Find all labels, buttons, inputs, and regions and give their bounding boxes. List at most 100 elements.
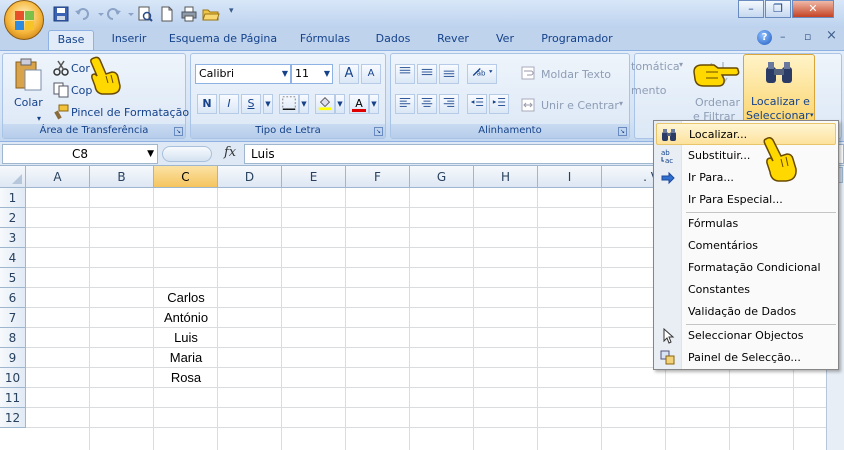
close-button[interactable]: ✕: [792, 0, 834, 18]
insert-function-icon[interactable]: fx: [224, 145, 236, 160]
borders-button[interactable]: [279, 94, 299, 114]
customize-toolbar-icon[interactable]: ▾: [229, 6, 239, 22]
grow-font-button[interactable]: A: [339, 64, 359, 84]
column-header-f[interactable]: F: [346, 166, 410, 188]
increase-indent-button[interactable]: [489, 94, 509, 114]
autosum-label[interactable]: tomática: [631, 60, 680, 73]
column-header-i[interactable]: I: [538, 166, 602, 188]
fill-color-dropdown-icon[interactable]: ▼: [335, 94, 345, 114]
find-select-button[interactable]: Localizar e Seleccionar ▾: [743, 54, 815, 124]
undo-dropdown-icon[interactable]: [92, 5, 104, 23]
open-folder-icon[interactable]: [202, 5, 220, 23]
row-header-10[interactable]: 10: [0, 368, 26, 388]
column-header-a[interactable]: A: [26, 166, 90, 188]
cell-c7[interactable]: António: [154, 308, 218, 328]
restore-button[interactable]: ❐: [765, 0, 791, 18]
menu-item-ir-para[interactable]: Ir Para...: [656, 167, 836, 189]
tab-formulas[interactable]: Fórmulas: [292, 30, 358, 50]
bold-button[interactable]: N: [197, 94, 217, 114]
fill-label[interactable]: mento: [631, 84, 667, 97]
menu-item-constantes[interactable]: Constantes: [656, 279, 836, 301]
fill-color-button[interactable]: [315, 94, 335, 114]
workbook-restore-button[interactable]: ▫: [804, 30, 811, 43]
paste-button[interactable]: Colar: [14, 96, 43, 109]
column-header-g[interactable]: G: [410, 166, 474, 188]
cell-c8[interactable]: Luis: [154, 328, 218, 348]
name-box-dropdown-icon[interactable]: ▼: [147, 145, 154, 163]
save-icon[interactable]: [52, 5, 70, 23]
cell-c6[interactable]: Carlos: [154, 288, 218, 308]
align-middle-button[interactable]: [417, 64, 437, 84]
column-header-b[interactable]: B: [90, 166, 154, 188]
orientation-button[interactable]: ab: [467, 64, 497, 84]
formula-bar-expand-handle[interactable]: [162, 146, 212, 162]
menu-item-ir-para-especial[interactable]: Ir Para Especial...: [656, 189, 836, 211]
tab-inserir[interactable]: Inserir: [102, 30, 156, 50]
menu-item-seleccionar-objectos[interactable]: Seleccionar Objectos: [656, 325, 836, 347]
row-header-6[interactable]: 6: [0, 288, 26, 308]
align-right-button[interactable]: [439, 94, 459, 114]
paste-icon[interactable]: [13, 58, 43, 92]
row-header-4[interactable]: 4: [0, 248, 26, 268]
paste-dropdown-icon[interactable]: ▾: [37, 114, 41, 123]
column-header-e[interactable]: E: [282, 166, 346, 188]
row-header-5[interactable]: 5: [0, 268, 26, 288]
cut-icon[interactable]: [53, 60, 69, 76]
tab-base[interactable]: Base: [48, 30, 94, 50]
italic-button[interactable]: I: [219, 94, 239, 114]
column-header-d[interactable]: D: [218, 166, 282, 188]
menu-item-localizar[interactable]: Localizar...: [656, 123, 836, 145]
align-left-button[interactable]: [395, 94, 415, 114]
tab-dados[interactable]: Dados: [370, 30, 416, 50]
menu-item-substituir[interactable]: ab ac Substituir...: [656, 145, 836, 167]
column-header-h[interactable]: H: [474, 166, 538, 188]
autosum-dropdown-icon[interactable]: ▾: [679, 60, 683, 69]
tab-esquema-de-pagina[interactable]: Esquema de Página: [166, 30, 280, 50]
merge-center-button[interactable]: Unir e Centrar: [541, 99, 619, 112]
workbook-minimize-button[interactable]: –: [780, 30, 786, 43]
underline-dropdown-icon[interactable]: ▼: [263, 94, 273, 114]
row-header-11[interactable]: 11: [0, 388, 26, 408]
font-color-button[interactable]: A: [349, 94, 369, 114]
row-header-7[interactable]: 7: [0, 308, 26, 328]
name-box[interactable]: C8 ▼: [2, 144, 158, 164]
undo-icon[interactable]: [74, 5, 92, 23]
tab-ver[interactable]: Ver: [488, 30, 522, 50]
new-document-icon[interactable]: [158, 5, 176, 23]
clipboard-launcher-icon[interactable]: ↘: [174, 127, 183, 136]
merge-center-dropdown-icon[interactable]: ▾: [619, 99, 623, 108]
redo-dropdown-icon[interactable]: [122, 5, 134, 23]
tab-programador[interactable]: Programador: [534, 30, 620, 50]
menu-item-painel-de-seleccao[interactable]: Painel de Selecção...: [656, 347, 836, 369]
office-button[interactable]: [4, 0, 44, 40]
cell-c9[interactable]: Maria: [154, 348, 218, 368]
tab-rever[interactable]: Rever: [430, 30, 476, 50]
print-preview-icon[interactable]: [136, 5, 154, 23]
shrink-font-button[interactable]: A: [361, 64, 381, 84]
font-size-combo[interactable]: 11 ▼: [291, 64, 333, 84]
align-center-button[interactable]: [417, 94, 437, 114]
row-header-1[interactable]: 1: [0, 188, 26, 208]
cell-c10[interactable]: Rosa: [154, 368, 218, 388]
menu-item-validacao-de-dados[interactable]: Validação de Dados: [656, 301, 836, 323]
format-painter-button[interactable]: Pincel de Formatação: [71, 106, 189, 119]
copy-icon[interactable]: [53, 82, 69, 98]
font-color-dropdown-icon[interactable]: ▼: [369, 94, 379, 114]
menu-item-comentarios[interactable]: Comentários: [656, 235, 836, 257]
print-icon[interactable]: [180, 5, 198, 23]
select-all-corner[interactable]: [0, 166, 26, 188]
menu-item-formulas[interactable]: Fórmulas: [656, 213, 836, 235]
borders-dropdown-icon[interactable]: ▼: [299, 94, 309, 114]
sort-filter-button[interactable]: Ordenar: [695, 96, 740, 109]
wrap-text-button[interactable]: Moldar Texto: [541, 68, 611, 81]
minimize-button[interactable]: –: [738, 0, 764, 18]
row-header-8[interactable]: 8: [0, 328, 26, 348]
decrease-indent-button[interactable]: [467, 94, 487, 114]
underline-button[interactable]: S: [241, 94, 261, 114]
row-header-12[interactable]: 12: [0, 408, 26, 428]
help-icon[interactable]: ?: [757, 30, 772, 45]
font-launcher-icon[interactable]: ↘: [374, 127, 383, 136]
column-header-c[interactable]: C: [154, 166, 218, 188]
font-name-combo[interactable]: Calibri ▼: [195, 64, 291, 84]
alignment-launcher-icon[interactable]: ↘: [618, 127, 627, 136]
